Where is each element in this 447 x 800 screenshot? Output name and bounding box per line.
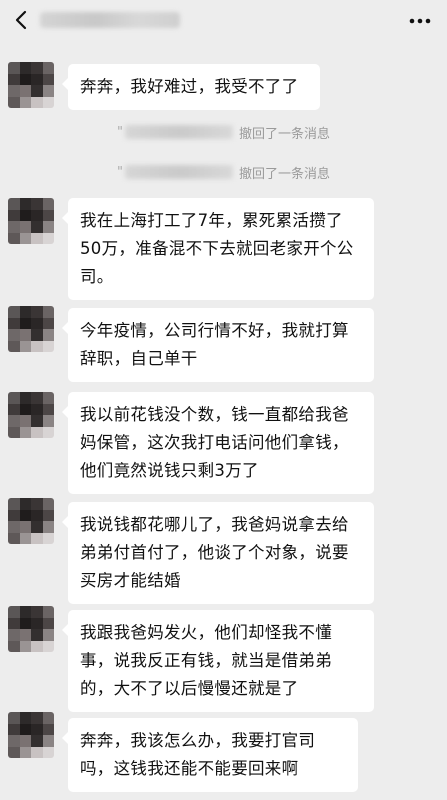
message-bubble[interactable]: 我说钱都花哪儿了，我爸妈说拿去给弟弟付首付了，他谈了个对象，说要买房才能结婚 [62, 502, 374, 604]
recall-notice: " 撤回了一条消息 [117, 124, 330, 142]
avatar[interactable] [8, 712, 54, 758]
recall-notice-text: 撤回了一条消息 [238, 166, 330, 182]
recall-notice: " 撤回了一条消息 [117, 164, 330, 182]
message-bubble[interactable]: 奔奔，我好难过，我受不了了 [62, 64, 320, 110]
message-bubble[interactable]: 我跟我爸妈发火，他们却怪我不懂事，说我反正有钱，就当是借弟弟的，大不了以后慢慢还… [62, 610, 374, 712]
chevron-left-icon[interactable] [10, 9, 32, 31]
more-dots-icon[interactable] [407, 10, 433, 32]
avatar[interactable] [8, 62, 54, 108]
message-bubble[interactable]: 今年疫情，公司行情不好，我就打算辞职，自己单干 [62, 308, 374, 382]
message-bubble[interactable]: 我在上海打工了7年，累死累活攒了50万，准备混不下去就回老家开个公司。 [62, 198, 374, 300]
blurred-chat-title [40, 12, 180, 28]
top-navigation-bar [0, 0, 447, 44]
avatar[interactable] [8, 606, 54, 652]
avatar[interactable] [8, 392, 54, 438]
recall-notice-text: 撤回了一条消息 [238, 126, 330, 142]
avatar[interactable] [8, 198, 54, 244]
message-bubble[interactable]: 奔奔，我该怎么办，我要打官司吗，这钱我还能不能要回来啊 [62, 718, 358, 792]
avatar[interactable] [8, 306, 54, 352]
message-bubble[interactable]: 我以前花钱没个数，钱一直都给我爸妈保管，这次我打电话问他们拿钱，他们竟然说钱只剩… [62, 392, 374, 494]
blurred-sender-name [124, 165, 233, 179]
blurred-sender-name [124, 125, 233, 139]
avatar[interactable] [8, 498, 54, 544]
